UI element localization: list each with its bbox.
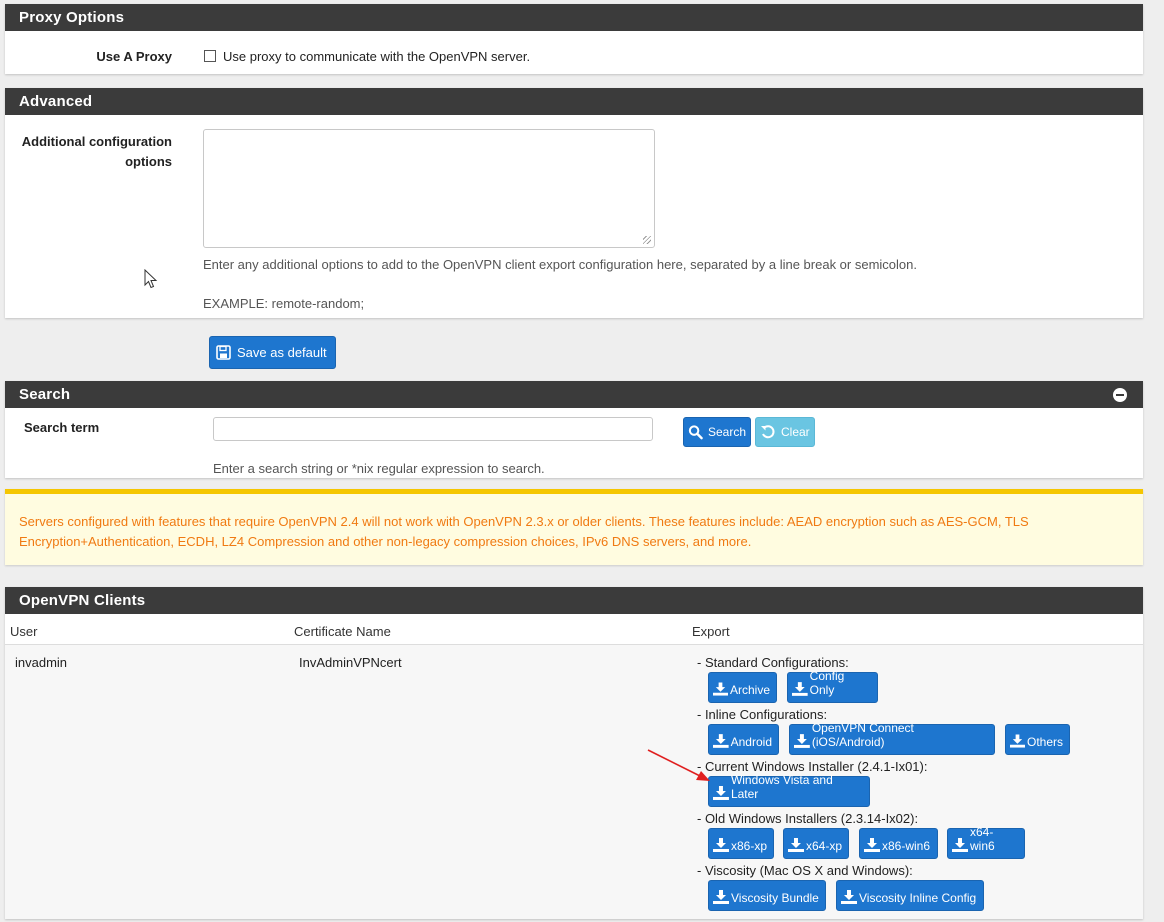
clear-button[interactable]: Clear (755, 417, 815, 447)
x64-xp-button-label: x64-xp (805, 839, 843, 853)
download-icon (788, 838, 804, 852)
config-options-textarea[interactable] (203, 129, 655, 248)
android-button-label: Android (730, 735, 772, 749)
openvpn-compat-warning: Servers configured with features that re… (5, 489, 1143, 565)
config-only-button[interactable]: Config Only (787, 669, 878, 703)
search-help-text: Enter a search string or *nix regular ex… (213, 461, 545, 476)
config-example-text: EXAMPLE: remote-random; (203, 296, 365, 311)
windows-vista-button-label: Windows Vista and Later (730, 773, 833, 801)
x64-win6-button-label: x64-win6 (970, 825, 995, 853)
row-user: invadmin (15, 655, 68, 670)
use-proxy-checkbox[interactable] (204, 50, 216, 62)
search-button[interactable]: Search (683, 417, 751, 447)
viscosity-inline-config-button[interactable]: Viscosity Inline Config (836, 880, 984, 911)
config-options-label-line1: Additional configuration (21, 134, 172, 149)
viscosity-bundle-button-label: Viscosity Bundle (731, 891, 819, 905)
save-as-default-label: Save as default (237, 345, 327, 360)
floppy-disk-icon (216, 345, 231, 360)
others-button-label: Others (1026, 735, 1063, 749)
search-heading-text: Search (19, 386, 71, 403)
config-options-label-line2: options (125, 154, 172, 169)
proxy-options-panel: Proxy Options Use A Proxy Use proxy to c… (5, 4, 1143, 74)
advanced-heading: Advanced (5, 88, 1143, 115)
clear-button-label: Clear (781, 425, 810, 439)
search-panel: Search Search term Search Clear Enter a … (5, 381, 1143, 478)
use-proxy-label: Use A Proxy (96, 49, 172, 64)
search-input[interactable] (213, 417, 653, 441)
viscosity-bundle-button[interactable]: Viscosity Bundle (708, 880, 826, 911)
config-help-text: Enter any additional options to add to t… (203, 257, 917, 272)
openvpn-connect-button-label: OpenVPN Connect (iOS/Android) (811, 721, 914, 749)
search-button-label: Search (707, 425, 746, 439)
group-viscosity: - Viscosity (Mac OS X and Windows): (697, 863, 913, 878)
x86-win6-button[interactable]: x86-win6 (859, 828, 938, 859)
column-header-user: User (10, 624, 38, 639)
download-icon (713, 682, 728, 696)
download-icon (841, 890, 857, 904)
others-button[interactable]: Others (1005, 724, 1070, 755)
proxy-options-heading: Proxy Options (5, 4, 1143, 31)
download-icon (713, 890, 729, 904)
config-only-button-label: Config Only (809, 669, 845, 697)
group-inline-configurations: - Inline Configurations: (697, 707, 828, 722)
download-icon (864, 838, 880, 852)
x64-xp-button[interactable]: x64-xp (783, 828, 849, 859)
x86-win6-button-label: x86-win6 (882, 839, 931, 853)
magnifier-icon (688, 425, 703, 440)
archive-button[interactable]: Archive (708, 672, 777, 703)
row-certificate: InvAdminVPNcert (299, 655, 402, 670)
search-heading: Search (5, 381, 1143, 408)
table-header-row (5, 614, 1143, 645)
annotation-arrow-icon (647, 749, 710, 781)
archive-button-label: Archive (729, 683, 770, 697)
group-current-windows-installer: - Current Windows Installer (2.4.1-Ix01)… (697, 759, 928, 774)
download-icon (1010, 734, 1025, 748)
viscosity-inline-button-label: Viscosity Inline Config (859, 891, 977, 905)
search-term-label: Search term (24, 420, 100, 435)
column-header-export: Export (692, 624, 730, 639)
advanced-panel: Advanced Additional configuration option… (5, 88, 1143, 318)
table-row (5, 645, 1143, 919)
collapse-minus-icon[interactable] (1113, 388, 1127, 402)
x86-xp-button-label: x86-xp (730, 839, 768, 853)
resize-grip-icon[interactable] (643, 236, 651, 244)
download-icon (952, 838, 968, 852)
x86-xp-button[interactable]: x86-xp (708, 828, 774, 859)
x64-win6-button[interactable]: x64-win6 (947, 825, 1025, 859)
column-header-certificate: Certificate Name (294, 624, 391, 639)
save-as-default-button[interactable]: Save as default (209, 336, 336, 369)
download-icon (713, 838, 729, 852)
group-standard-configurations: - Standard Configurations: (697, 655, 849, 670)
windows-vista-and-later-button[interactable]: Windows Vista and Later (708, 773, 870, 807)
openvpn-clients-heading: OpenVPN Clients (5, 587, 1143, 614)
group-old-windows-installers: - Old Windows Installers (2.3.14-Ix02): (697, 811, 919, 826)
warning-text: Servers configured with features that re… (19, 514, 1029, 549)
download-icon (792, 682, 808, 696)
config-options-label: Additional configuration options (22, 132, 172, 172)
openvpn-connect-button[interactable]: OpenVPN Connect (iOS/Android) (789, 721, 995, 755)
mouse-cursor-icon (144, 269, 158, 289)
undo-icon (761, 425, 775, 439)
use-proxy-text: Use proxy to communicate with the OpenVP… (223, 49, 531, 64)
download-icon (794, 734, 810, 748)
